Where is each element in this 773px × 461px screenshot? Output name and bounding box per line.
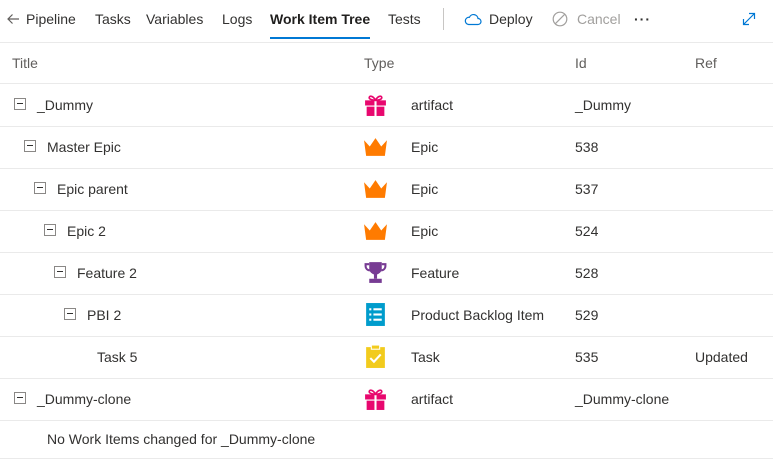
table-row[interactable]: Task 5 Task 535 Updated bbox=[0, 336, 773, 379]
tab-variables[interactable]: Variables bbox=[146, 0, 203, 40]
collapse-toggle[interactable] bbox=[54, 266, 66, 278]
collapse-toggle[interactable] bbox=[34, 182, 46, 194]
row-title: _Dummy bbox=[37, 97, 94, 113]
gift-icon bbox=[365, 389, 386, 410]
row-type: Epic bbox=[411, 181, 439, 197]
collapse-toggle[interactable] bbox=[64, 308, 76, 320]
row-type: Epic bbox=[411, 139, 439, 155]
toolbar: Pipeline Tasks Variables Logs Work Item … bbox=[0, 0, 773, 43]
toolbar-divider bbox=[443, 8, 444, 30]
crown-icon bbox=[364, 222, 387, 240]
expand-icon[interactable] bbox=[742, 12, 756, 26]
table-row[interactable]: Epic 2 Epic 524 bbox=[0, 210, 773, 253]
row-type: Product Backlog Item bbox=[411, 307, 545, 323]
column-header-type[interactable]: Type bbox=[364, 43, 394, 83]
cloud-icon bbox=[464, 13, 482, 26]
task-clipboard-icon bbox=[366, 344, 385, 368]
collapse-toggle[interactable] bbox=[24, 140, 36, 152]
row-title: Master Epic bbox=[47, 139, 121, 155]
row-id[interactable]: 537 bbox=[575, 168, 598, 210]
table-header: Title Type Id Ref bbox=[0, 43, 773, 84]
row-title: _Dummy-clone bbox=[37, 391, 132, 407]
row-type: artifact bbox=[411, 97, 454, 113]
row-title: Epic 2 bbox=[67, 223, 106, 239]
column-header-title[interactable]: Title bbox=[12, 43, 38, 83]
empty-message-row: No Work Items changed for _Dummy-clone bbox=[0, 420, 773, 459]
back-label: Pipeline bbox=[26, 11, 76, 27]
row-id[interactable]: _Dummy bbox=[575, 84, 631, 126]
table-row[interactable]: Master Epic Epic 538 bbox=[0, 126, 773, 169]
row-title: Epic parent bbox=[57, 181, 128, 197]
crown-icon bbox=[364, 180, 387, 198]
row-ref: Updated bbox=[695, 349, 748, 365]
tab-tasks[interactable]: Tasks bbox=[95, 0, 131, 40]
row-type: Feature bbox=[411, 265, 460, 281]
crown-icon bbox=[364, 138, 387, 156]
row-type: artifact bbox=[411, 391, 454, 407]
table-row[interactable]: _Dummy artifact _Dummy bbox=[0, 84, 773, 127]
cancel-label: Cancel bbox=[577, 11, 621, 27]
backlog-item-icon bbox=[366, 303, 385, 326]
trophy-icon bbox=[364, 262, 387, 283]
column-header-ref[interactable]: Ref bbox=[695, 43, 717, 83]
row-id[interactable]: 538 bbox=[575, 126, 598, 168]
row-id[interactable]: 524 bbox=[575, 210, 598, 252]
table-row[interactable]: Feature 2 Feature 528 bbox=[0, 252, 773, 295]
deploy-label: Deploy bbox=[489, 11, 533, 27]
empty-message: No Work Items changed for _Dummy-clone bbox=[47, 431, 316, 447]
row-title: Feature 2 bbox=[77, 265, 137, 281]
row-id[interactable]: 535 bbox=[575, 336, 598, 378]
more-options-button[interactable]: ··· bbox=[634, 0, 651, 40]
gift-icon bbox=[365, 95, 386, 116]
row-type: Epic bbox=[411, 223, 439, 239]
collapse-toggle[interactable] bbox=[14, 98, 26, 110]
row-id[interactable]: 529 bbox=[575, 294, 598, 336]
row-title: Task 5 bbox=[97, 349, 138, 365]
table-row[interactable]: PBI 2 Product Backlog Item 529 bbox=[0, 294, 773, 337]
tab-work-item-tree[interactable]: Work Item Tree bbox=[270, 0, 371, 40]
back-arrow-icon bbox=[7, 14, 19, 24]
table-row[interactable]: Epic parent Epic 537 bbox=[0, 168, 773, 211]
tab-logs[interactable]: Logs bbox=[222, 0, 252, 40]
table-row[interactable]: _Dummy-clone artifact _Dummy-clone bbox=[0, 378, 773, 421]
row-title: PBI 2 bbox=[87, 307, 122, 323]
tab-tests[interactable]: Tests bbox=[388, 0, 421, 40]
row-id[interactable]: 528 bbox=[575, 252, 598, 294]
collapse-toggle[interactable] bbox=[44, 224, 56, 236]
column-header-id[interactable]: Id bbox=[575, 43, 587, 83]
row-type: Task bbox=[411, 349, 440, 365]
collapse-toggle[interactable] bbox=[14, 392, 26, 404]
cancel-icon bbox=[552, 11, 568, 27]
row-id[interactable]: _Dummy-clone bbox=[575, 378, 669, 420]
